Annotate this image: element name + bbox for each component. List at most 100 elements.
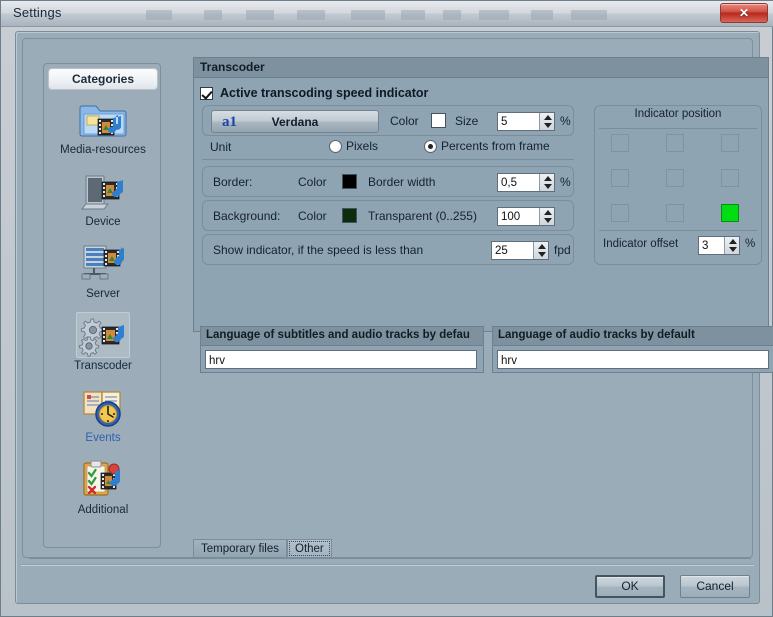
- background-menu-ghost-5: [351, 10, 385, 20]
- background-color-swatch[interactable]: [342, 208, 357, 223]
- border-width-arrows[interactable]: [539, 174, 554, 191]
- font-size-arrows[interactable]: [539, 113, 554, 130]
- position-cell-middle-center[interactable]: [666, 169, 684, 187]
- sidebar-header: Categories: [48, 68, 158, 90]
- sidebar-item-additional[interactable]: Additional: [50, 456, 156, 517]
- background-menu-ghost-6: [401, 10, 425, 20]
- background-transparent-label: Transparent (0..255): [368, 209, 477, 223]
- font-select-button[interactable]: a1 Verdana: [211, 110, 379, 133]
- unit-panel: Unit Pixels Percents from frame: [202, 136, 574, 160]
- dialog-body: Categories Media-resources Device Server…: [15, 31, 773, 604]
- indicator-position-divider-top: [599, 128, 757, 129]
- background-transparent-arrows[interactable]: [539, 208, 554, 225]
- ok-button[interactable]: OK: [595, 575, 665, 598]
- speed-threshold-label: Show indicator, if the speed is less tha…: [213, 243, 424, 257]
- position-cell-bottom-left[interactable]: [611, 204, 629, 222]
- background-color-label: Color: [298, 209, 327, 223]
- indicator-offset-arrows[interactable]: [724, 237, 739, 254]
- unit-label: Unit: [210, 140, 232, 154]
- active-indicator-label: Active transcoding speed indicator: [220, 86, 429, 100]
- sidebar-item-events[interactable]: Events: [50, 384, 156, 445]
- border-width-spinner[interactable]: [497, 173, 555, 192]
- sidebar-item-transcoder[interactable]: Transcoder: [50, 312, 156, 373]
- border-color-swatch[interactable]: [342, 174, 357, 189]
- active-indicator-checkbox[interactable]: [200, 86, 213, 100]
- window-title: Settings: [13, 5, 62, 20]
- indicator-offset-input[interactable]: [699, 237, 724, 254]
- tab-temporary-files[interactable]: Temporary files: [193, 539, 287, 558]
- settings-window: Settings ✕ Categories Media-resources De…: [0, 0, 773, 617]
- background-menu-ghost-4: [297, 10, 325, 20]
- language-subtitles-input-wrap[interactable]: [205, 350, 477, 370]
- sidebar-item-label: Transcoder: [74, 360, 132, 372]
- background-label: Background:: [213, 209, 281, 223]
- border-width-input[interactable]: [498, 174, 539, 191]
- radio-percents-icon[interactable]: [424, 139, 437, 153]
- device-media-icon: [76, 168, 130, 214]
- content-pane: Categories Media-resources Device Server…: [22, 38, 773, 559]
- font-size-input[interactable]: [498, 113, 539, 130]
- position-cell-top-center[interactable]: [666, 134, 684, 152]
- cancel-button[interactable]: Cancel: [680, 575, 750, 598]
- position-cell-top-right[interactable]: [721, 134, 739, 152]
- indicator-position-panel: Indicator position Indicator offset 3 %: [594, 105, 762, 265]
- folder-media-icon: [76, 96, 130, 142]
- border-label: Border:: [213, 175, 253, 189]
- position-cell-bottom-right[interactable]: [721, 204, 739, 222]
- background-menu-ghost-3: [246, 10, 274, 20]
- sidebar-item-label: Server: [86, 288, 120, 300]
- language-audio-header: Language of audio tracks by default: [493, 327, 773, 346]
- border-color-label: Color: [298, 175, 327, 189]
- font-name-label: Verdana: [271, 115, 319, 129]
- speed-threshold-input[interactable]: [492, 242, 533, 259]
- close-button[interactable]: ✕: [720, 3, 768, 23]
- speed-threshold-arrows[interactable]: [533, 242, 548, 259]
- font-panel: a1 Verdana Color Size %: [202, 105, 574, 136]
- speed-threshold-unit: fpd: [554, 243, 571, 257]
- border-width-label: Border width: [368, 175, 436, 189]
- indicator-offset-spinner[interactable]: [698, 236, 740, 255]
- font-color-swatch[interactable]: [431, 113, 446, 128]
- background-menu-ghost-8: [479, 10, 509, 20]
- background-transparent-input[interactable]: [498, 208, 539, 225]
- position-cell-middle-right[interactable]: [721, 169, 739, 187]
- sidebar-item-device[interactable]: Device: [50, 168, 156, 229]
- radio-pixels-icon[interactable]: [329, 139, 342, 153]
- unit-option-label: Percents from frame: [441, 139, 550, 153]
- language-audio-input[interactable]: [498, 352, 768, 370]
- font-size-spinner[interactable]: [497, 112, 555, 131]
- position-cell-bottom-center[interactable]: [666, 204, 684, 222]
- sidebar-item-label: Media-resources: [60, 144, 146, 156]
- speed-threshold-spinner[interactable]: [491, 241, 549, 260]
- language-audio-box: Language of audio tracks by default: [492, 326, 773, 373]
- position-cell-middle-left[interactable]: [611, 169, 629, 187]
- sidebar-item-server[interactable]: Server: [50, 240, 156, 301]
- unit-radio-pixels[interactable]: Pixels: [329, 139, 378, 153]
- transcoder-panel: Active transcoding speed indicator a1 Ve…: [193, 77, 773, 373]
- clipboard-media-icon: [76, 456, 130, 502]
- background-transparent-spinner[interactable]: [497, 207, 555, 226]
- language-audio-input-wrap[interactable]: [497, 350, 769, 370]
- indicator-position-title: Indicator position: [634, 108, 722, 120]
- sidebar-item-label: Additional: [77, 504, 129, 516]
- transcoder-group: Transcoder Active transcoding speed indi…: [187, 57, 773, 552]
- language-subtitles-box: Language of subtitles and audio tracks b…: [200, 326, 484, 373]
- font-size-unit: %: [560, 114, 571, 128]
- active-indicator-row: Active transcoding speed indicator: [200, 83, 764, 103]
- background-menu-ghost-7: [443, 10, 461, 20]
- speed-threshold-panel: Show indicator, if the speed is less tha…: [202, 234, 574, 265]
- position-cell-top-left[interactable]: [611, 134, 629, 152]
- server-media-icon: [76, 240, 130, 286]
- font-color-label: Color: [390, 114, 419, 128]
- language-subtitles-header: Language of subtitles and audio tracks b…: [201, 327, 483, 346]
- sidebar-item-label: Events: [85, 432, 121, 444]
- language-row: Language of subtitles and audio tracks b…: [200, 326, 773, 373]
- bottom-tabs: Temporary files Other: [29, 539, 751, 559]
- background-menu-ghost-1: [146, 10, 172, 20]
- tab-other[interactable]: Other: [287, 539, 332, 558]
- title-bar: Settings ✕: [1, 1, 773, 27]
- sidebar-item-media-resources[interactable]: Media-resources: [50, 96, 156, 157]
- language-subtitles-input[interactable]: [206, 352, 476, 370]
- unit-radio-percents[interactable]: Percents from frame: [424, 139, 550, 153]
- background-menu-ghost-2: [204, 10, 222, 20]
